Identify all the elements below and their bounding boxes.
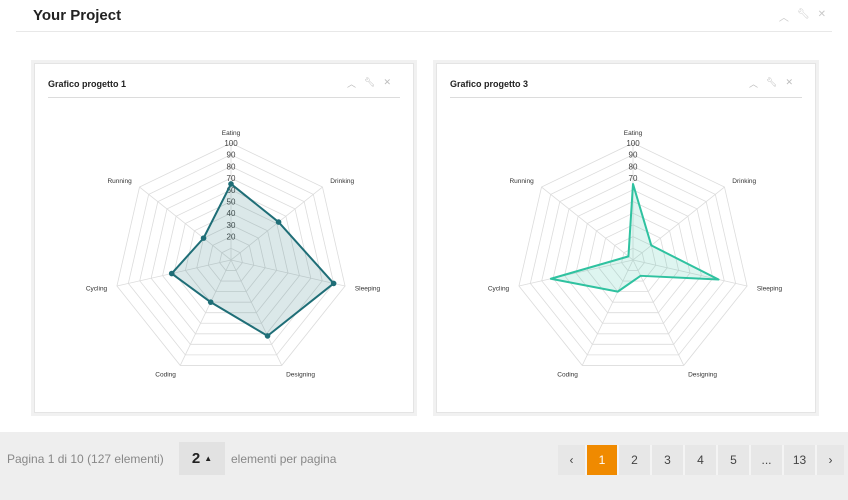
page-button-3[interactable]: 3 <box>652 445 685 475</box>
data-point <box>168 270 175 277</box>
axis-label: Cycling <box>86 285 108 292</box>
axis-label: Eating <box>222 130 241 137</box>
axis-label: Coding <box>155 371 176 378</box>
axis-label: Sleeping <box>757 285 783 292</box>
project-panel: Your Project ︿ 🔧︎ ✕ Grafico progetto 1 ︿… <box>0 0 848 432</box>
series-area <box>549 182 720 293</box>
tick-label: 90 <box>629 151 638 160</box>
tick-label: 100 <box>626 139 640 148</box>
axis-label: Designing <box>688 371 717 378</box>
axis-label: Drinking <box>330 178 354 185</box>
page-button-4[interactable]: 4 <box>685 445 718 475</box>
chart-card-3: Grafico progetto 3 ︿ 🔧︎ ✕ Eating Drinking… <box>436 63 816 413</box>
divider <box>16 31 832 32</box>
data-point <box>330 280 337 287</box>
page-ellipsis: ... <box>751 445 784 475</box>
close-icon[interactable]: ✕ <box>818 9 826 24</box>
per-page-label: elementi per pagina <box>231 452 337 466</box>
per-page-select[interactable]: 2 ▲ <box>179 442 225 475</box>
chart-card-1: Grafico progetto 1 ︿ 🔧︎ ✕ Eating Drinking… <box>34 63 414 413</box>
page-button-5[interactable]: 5 <box>718 445 751 475</box>
pagination-info: Pagina 1 di 10 (127 elementi) <box>7 452 164 466</box>
data-point <box>200 235 207 241</box>
axis-label: Sleeping <box>355 285 381 292</box>
prev-page-button[interactable]: ‹ <box>558 445 587 475</box>
axis-label: Cycling <box>488 285 510 292</box>
data-point <box>275 219 282 225</box>
page-title: Your Project <box>33 7 122 24</box>
axis-label: Running <box>509 178 534 185</box>
axis-spoke <box>541 186 634 261</box>
axis-label: Drinking <box>732 178 756 185</box>
panel-tools: ︿ 🔧︎ ✕ <box>779 9 826 24</box>
tick-label: 70 <box>629 174 638 183</box>
radar-chart-3: Eating Drinking Sleeping Designing Coding Cyc… <box>488 130 783 378</box>
data-point <box>207 299 214 305</box>
axis-label: Designing <box>286 371 315 378</box>
data-point <box>228 181 234 187</box>
collapse-icon[interactable]: ︿ <box>779 9 789 24</box>
data-point <box>264 333 271 339</box>
page-button-1[interactable]: 1 <box>587 445 619 475</box>
next-page-button[interactable]: › <box>817 445 844 475</box>
axis-label: Coding <box>557 371 578 378</box>
page-button-13[interactable]: 13 <box>784 445 817 475</box>
axis-label: Running <box>107 178 132 185</box>
axis-label: Eating <box>624 130 643 137</box>
caret-up-icon: ▲ <box>204 454 213 463</box>
page-button-2[interactable]: 2 <box>619 445 652 475</box>
tick-label: 80 <box>629 162 638 171</box>
tick-label: 100 <box>224 139 238 148</box>
pagination: ‹ 1 2 3 4 5 ... 13 › <box>558 445 844 475</box>
wrench-icon[interactable]: 🔧︎ <box>797 9 810 24</box>
tick-label: 80 <box>227 162 236 171</box>
per-page-value: 2 <box>191 450 201 467</box>
tick-label: 90 <box>227 151 236 160</box>
radar-chart-1: Eating Drinking Sleeping Designing Coding Cyc… <box>86 130 381 378</box>
